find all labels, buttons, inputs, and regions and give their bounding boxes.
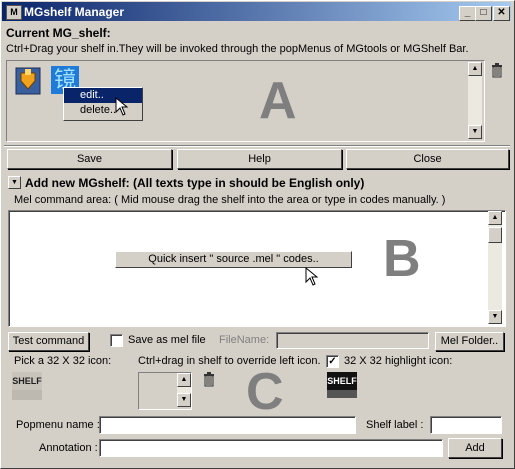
trash-icon[interactable] [489, 62, 505, 78]
context-menu-edit[interactable]: edit.. [64, 88, 142, 103]
trash-icon[interactable] [201, 371, 217, 387]
filename-label: FileName: [219, 334, 270, 346]
override-icon-label: Ctrl+drag in shelf to override left icon… [138, 355, 321, 367]
highlight-icon-label: 32 X 32 highlight icon: [344, 355, 453, 367]
current-shelf-scrollbar[interactable]: ▲ ▼ [468, 62, 482, 139]
save-button[interactable]: Save [7, 149, 172, 169]
shelf-item-mgtools-icon[interactable] [15, 67, 41, 95]
app-icon: M [6, 5, 22, 20]
mouse-cursor-icon [305, 267, 319, 286]
mel-command-textarea[interactable]: Quick insert " source .mel " codes.. B ▲… [8, 210, 506, 327]
close-button[interactable]: Close [346, 149, 509, 169]
shelf-label-input[interactable] [430, 416, 502, 434]
separator [4, 145, 510, 147]
filename-input[interactable] [276, 332, 429, 349]
add-new-heading: Add new MGshelf: (All texts type in shou… [25, 176, 365, 190]
shelf-label-label: Shelf label : [366, 419, 424, 431]
section-letter-a: A [259, 72, 297, 130]
current-shelf-heading: Current MG_shelf: [6, 26, 111, 40]
title-bar[interactable]: M MGshelf Manager _ □ ✕ [2, 2, 511, 21]
highlight-icon-checkbox[interactable]: ✓ [326, 355, 339, 368]
shelf-context-menu: edit.. delete.. [63, 87, 143, 121]
test-command-button[interactable]: Test command [8, 332, 89, 351]
current-shelf-area[interactable]: 镜 edit.. delete.. A ▲ ▼ [6, 60, 485, 142]
maximize-button[interactable]: □ [475, 6, 492, 21]
override-icon-scrollbar[interactable]: ▲ ▼ [177, 373, 191, 407]
current-shelf-instructions: Ctrl+Drag your shelf in.They will be inv… [6, 43, 469, 55]
add-button[interactable]: Add [448, 438, 502, 458]
minimize-button[interactable]: _ [459, 6, 476, 21]
highlight-shelf-icon-base [327, 390, 357, 398]
scroll-down-icon[interactable]: ▼ [468, 125, 482, 139]
help-button[interactable]: Help [177, 149, 342, 169]
annotation-label: Annotation : [39, 442, 98, 454]
scroll-up-icon[interactable]: ▲ [468, 62, 482, 76]
scroll-thumb[interactable] [488, 227, 502, 243]
override-icon-slot[interactable]: ▲ ▼ [138, 372, 192, 410]
scroll-down-icon[interactable]: ▼ [488, 310, 502, 324]
window-title: MGshelf Manager [24, 5, 125, 19]
section-letter-b: B [383, 230, 421, 288]
scroll-up-icon[interactable]: ▲ [177, 373, 191, 387]
mel-area-label: Mel command area: ( Mid mouse drag the s… [14, 194, 446, 206]
quick-insert-button[interactable]: Quick insert " source .mel " codes.. [115, 251, 352, 268]
scroll-down-icon[interactable]: ▼ [177, 393, 191, 407]
normal-shelf-icon-base [12, 390, 42, 400]
annotation-input[interactable] [99, 439, 443, 457]
save-as-mel-label: Save as mel file [128, 334, 206, 346]
popmenu-name-label: Popmenu name : [16, 419, 100, 431]
section-letter-c: C [246, 363, 284, 421]
mel-textarea-scrollbar[interactable]: ▲ ▼ [488, 211, 502, 324]
mel-folder-button[interactable]: Mel Folder.. [435, 332, 504, 351]
popmenu-name-input[interactable] [99, 416, 356, 434]
save-as-mel-checkbox[interactable] [110, 334, 123, 347]
mouse-cursor-icon [115, 97, 129, 116]
pick-icon-label: Pick a 32 X 32 icon: [14, 355, 112, 367]
close-window-button[interactable]: ✕ [493, 6, 510, 21]
highlight-shelf-icon[interactable]: SHELF [327, 372, 357, 390]
normal-shelf-icon[interactable]: SHELF [12, 372, 42, 390]
collapse-toggle-icon[interactable]: ▼ [8, 176, 21, 189]
context-menu-delete[interactable]: delete.. [64, 103, 142, 118]
scroll-up-icon[interactable]: ▲ [488, 211, 502, 225]
